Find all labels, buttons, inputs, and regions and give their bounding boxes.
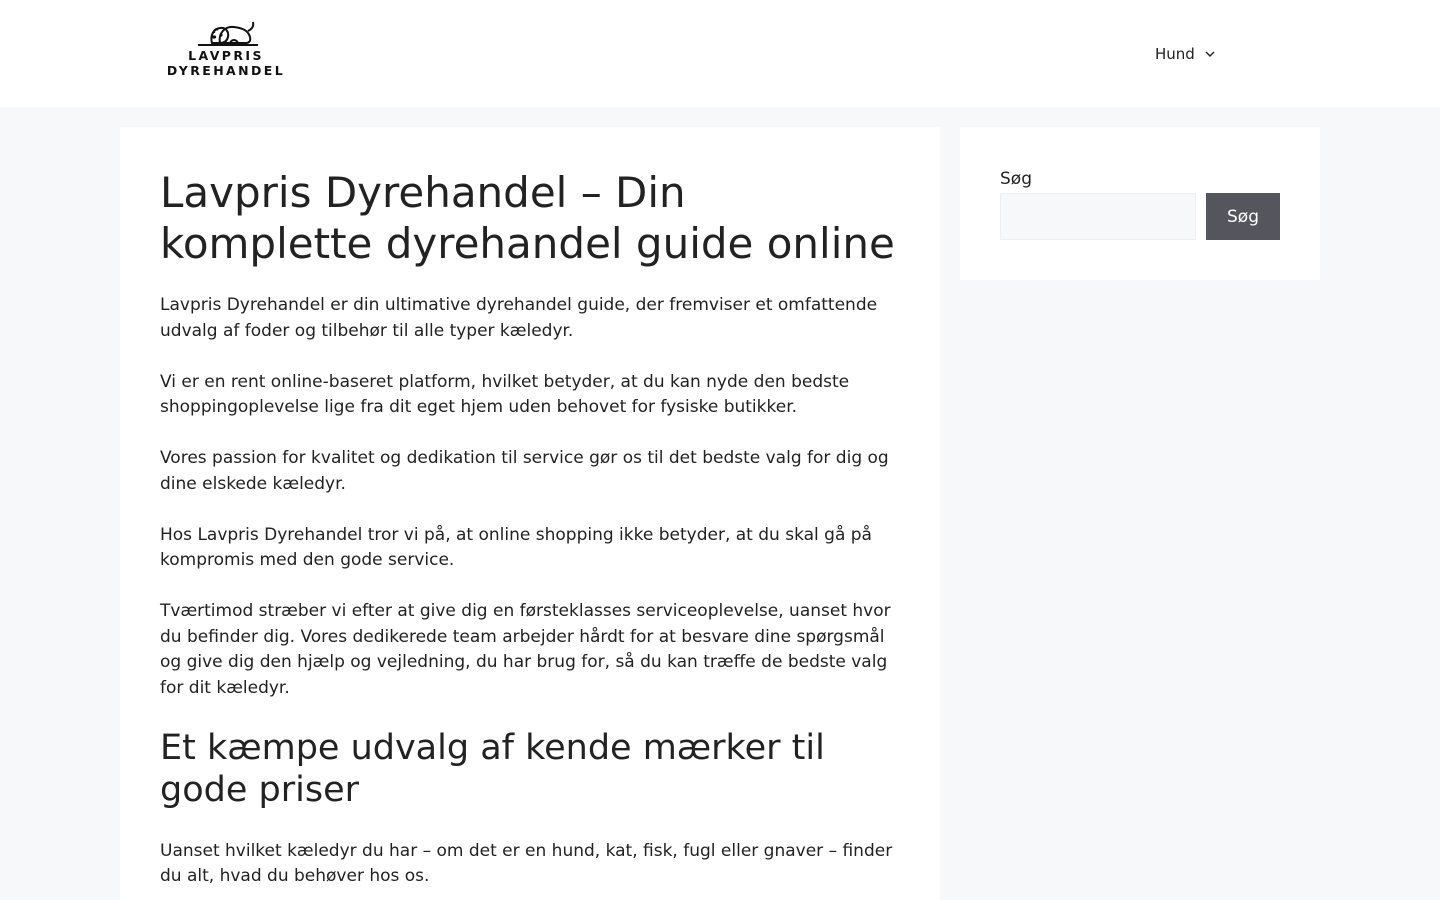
nav-item-label: Hund — [1155, 45, 1195, 63]
logo-text-line1: LAVPRIS — [188, 48, 264, 63]
search-form: Søg — [1000, 193, 1280, 240]
search-label: Søg — [1000, 169, 1032, 189]
search-input[interactable] — [1000, 193, 1196, 240]
article-paragraph: Tværtimod stræber vi efter at give dig e… — [160, 601, 891, 698]
chevron-down-icon — [1205, 51, 1215, 57]
sidebar: Søg Søg — [960, 127, 1320, 280]
nav-item-hund[interactable]: Hund — [1155, 42, 1215, 66]
article-content: Lavpris Dyrehandel – Din komplette dyreh… — [120, 127, 940, 900]
article-paragraph: Hos Lavpris Dyrehandel tror vi på, at on… — [160, 524, 872, 571]
article-paragraph: Vi er en rent online-baseret platform, h… — [160, 371, 850, 418]
logo-text-line2: DYREHANDEL — [166, 63, 286, 78]
search-button[interactable]: Søg — [1206, 193, 1280, 240]
article-paragraph: Uanset hvilket kæledyr du har – om det e… — [160, 840, 893, 887]
article-paragraph: Lavpris Dyrehandel er din ultimative dyr… — [160, 295, 878, 341]
section-heading: Et kæmpe udvalg af kende mærker til gode… — [160, 727, 825, 810]
sleeping-dog-icon — [198, 21, 258, 46]
page-title: Lavpris Dyrehandel – Din komplette dyreh… — [160, 168, 895, 268]
site-header: LAVPRIS DYREHANDEL Hund — [0, 0, 1440, 107]
site-logo[interactable]: LAVPRIS DYREHANDEL — [164, 18, 288, 88]
article-paragraph: Vores passion for kvalitet og dedikation… — [160, 448, 889, 494]
